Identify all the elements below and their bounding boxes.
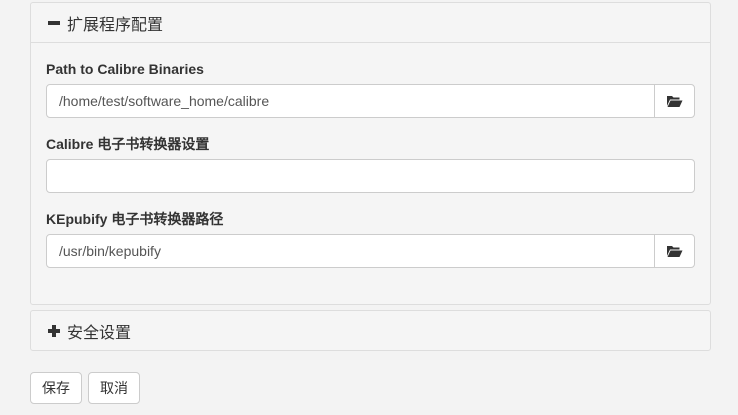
calibre-binaries-group: Path to Calibre Binaries xyxy=(46,61,695,118)
kepubify-path-field xyxy=(46,234,695,268)
extensions-config-header[interactable]: 扩展程序配置 xyxy=(31,3,710,42)
extensions-config-panel: 扩展程序配置 Path to Calibre Binaries Calibre … xyxy=(30,2,711,305)
calibre-binaries-input[interactable] xyxy=(47,85,654,117)
save-button[interactable]: 保存 xyxy=(30,372,82,404)
security-settings-title: 安全设置 xyxy=(67,324,132,342)
cancel-button[interactable]: 取消 xyxy=(88,372,140,404)
kepubify-path-input[interactable] xyxy=(47,235,654,267)
calibre-converter-input[interactable] xyxy=(47,160,694,192)
calibre-binaries-field xyxy=(46,84,695,118)
calibre-converter-field xyxy=(46,159,695,193)
kepubify-path-browse-button[interactable] xyxy=(654,235,694,267)
calibre-converter-group: Calibre 电子书转换器设置 xyxy=(46,136,695,193)
calibre-converter-label: Calibre 电子书转换器设置 xyxy=(46,136,210,152)
extensions-config-title: 扩展程序配置 xyxy=(67,16,164,34)
security-settings-panel: 安全设置 xyxy=(30,310,711,351)
extensions-config-body: Path to Calibre Binaries Calibre 电子书转换器设… xyxy=(31,42,710,268)
security-settings-header[interactable]: 安全设置 xyxy=(31,311,710,350)
folder-open-icon xyxy=(667,246,683,257)
kepubify-path-group: KEpubify 电子书转换器路径 xyxy=(46,211,695,268)
calibre-binaries-browse-button[interactable] xyxy=(654,85,694,117)
calibre-binaries-label: Path to Calibre Binaries xyxy=(46,61,204,77)
plus-icon xyxy=(48,324,60,337)
kepubify-path-label: KEpubify 电子书转换器路径 xyxy=(46,211,224,227)
minus-icon xyxy=(48,20,60,25)
folder-open-icon xyxy=(667,96,683,107)
